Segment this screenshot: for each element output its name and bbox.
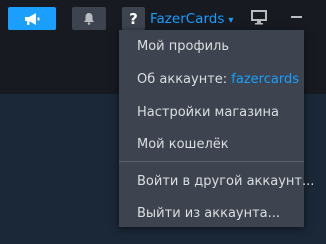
minimize-button[interactable]: [290, 8, 304, 22]
menu-item-account-details[interactable]: Об аккаунте: fazercards: [119, 69, 304, 91]
monitor-icon: [251, 10, 267, 25]
help-label: ?: [129, 9, 138, 28]
chevron-down-icon: ▾: [228, 14, 234, 26]
account-name: FazerCards: [150, 11, 225, 27]
megaphone-icon: [25, 12, 40, 25]
account-menu-button[interactable]: FazerCards ▾: [150, 9, 233, 29]
big-picture-button[interactable]: [250, 9, 268, 25]
notifications-button[interactable]: [72, 7, 106, 30]
menu-item-store-preferences[interactable]: Настройки магазина: [119, 102, 304, 124]
menu-divider: [119, 161, 304, 162]
menu-item-my-wallet[interactable]: Мой кошелёк: [119, 134, 304, 156]
account-dropdown-menu: Мой профиль Об аккаунте: fazercards Наст…: [119, 30, 314, 227]
menu-item-my-profile[interactable]: Мой профиль: [119, 36, 304, 58]
menu-item-sign-out[interactable]: Выйти из аккаунта...: [119, 203, 304, 225]
bell-icon: [84, 13, 94, 25]
menu-item-change-account[interactable]: Войти в другой аккаунт...: [119, 171, 314, 193]
help-button[interactable]: ?: [122, 7, 145, 30]
account-login: fazercards: [231, 72, 299, 87]
announcements-button[interactable]: [8, 7, 56, 30]
